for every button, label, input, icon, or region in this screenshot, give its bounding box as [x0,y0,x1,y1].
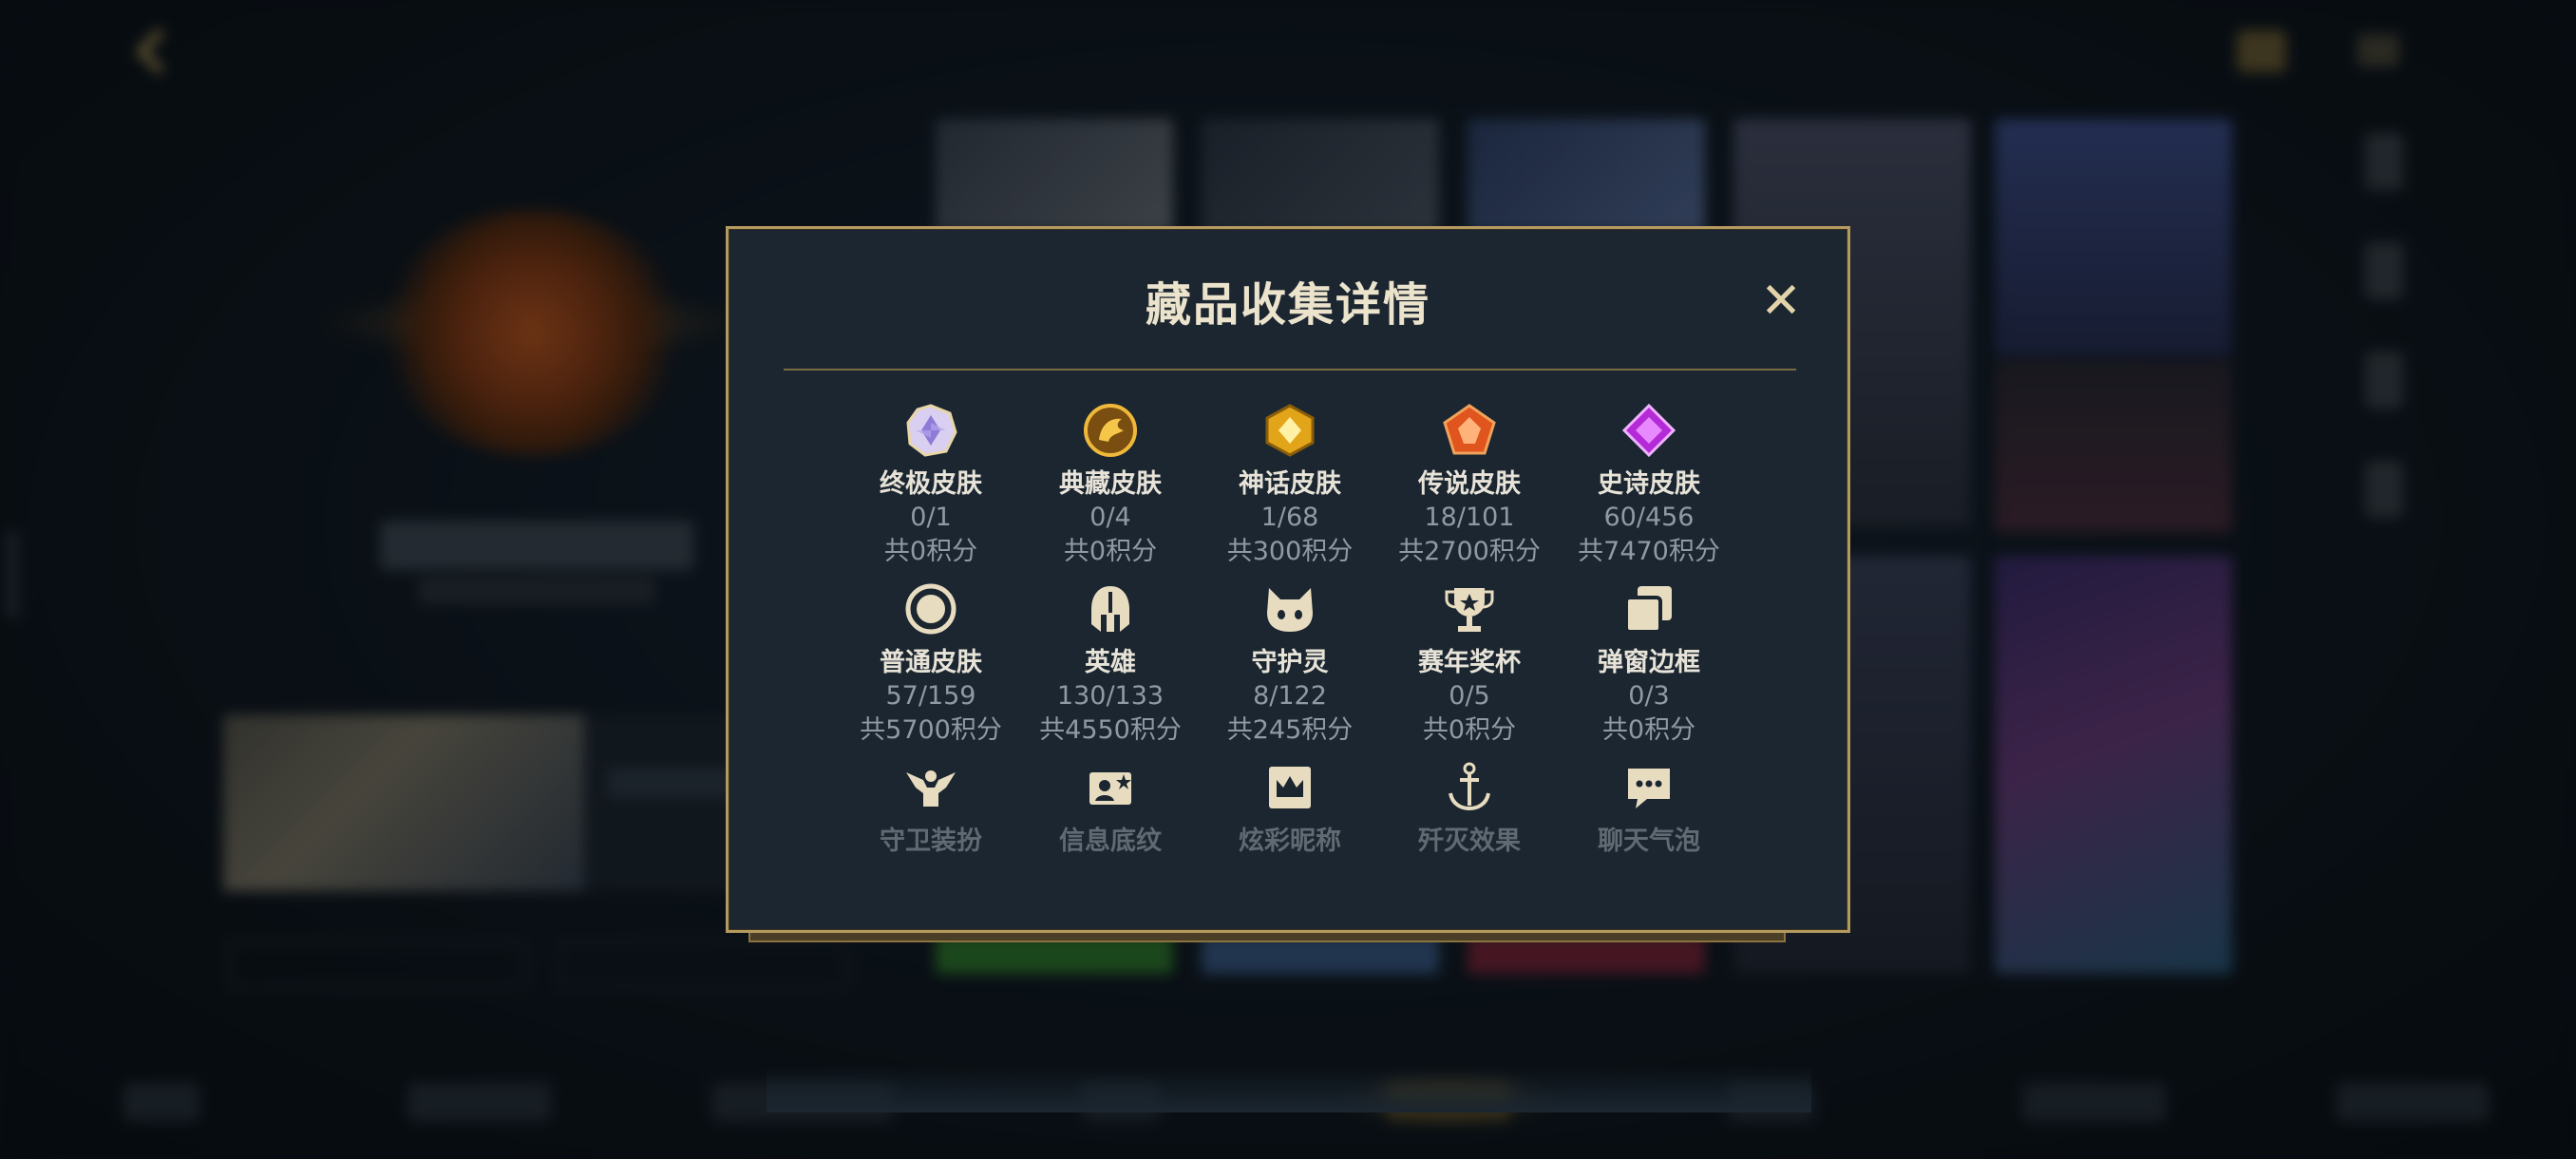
item-label: 聊天气泡 [1598,826,1700,856]
collection-details-modal: 藏品收集详情 ✕ 终极皮肤 0/1 共0积分 典藏皮肤 0/4 共0积分 神话皮… [726,226,1850,1112]
collection-item[interactable]: 传说皮肤 18/101 共2700积分 [1379,402,1560,569]
item-points: 共0积分 [1601,715,1696,745]
collection-item[interactable]: 歼灭效果 [1379,759,1560,858]
item-points: 共300积分 [1226,537,1354,566]
champion-helmet-icon [1082,580,1139,637]
crown-nickname-icon [1261,759,1318,816]
item-label: 炫彩昵称 [1239,826,1341,856]
item-count: 0/1 [910,503,952,532]
collection-item[interactable]: 弹窗边框 0/3 共0积分 [1559,580,1739,748]
item-label: 普通皮肤 [880,648,982,677]
collection-item[interactable]: 英雄 130/133 共4550积分 [1020,580,1201,748]
item-label: 终极皮肤 [880,469,982,499]
item-points: 共245积分 [1226,715,1354,745]
collection-item[interactable]: 守护灵 8/122 共245积分 [1200,580,1380,748]
item-points: 共0积分 [883,537,978,566]
item-label: 歼灭效果 [1418,826,1521,856]
item-count: 8/122 [1253,681,1327,711]
collection-item[interactable]: 聊天气泡 [1559,759,1739,858]
collection-grid: 终极皮肤 0/1 共0积分 典藏皮肤 0/4 共0积分 神话皮肤 1/68 共3… [729,229,1847,930]
item-label: 典藏皮肤 [1059,469,1162,499]
popup-frame-icon [1620,580,1677,637]
collection-item[interactable]: 神话皮肤 1/68 共300积分 [1200,402,1380,569]
item-label: 史诗皮肤 [1598,469,1700,499]
collection-item[interactable]: 炫彩昵称 [1200,759,1380,858]
info-card-icon [1082,759,1139,816]
item-count: 1/68 [1260,503,1319,532]
game-screen: 藏品收集详情 ✕ 终极皮肤 0/1 共0积分 典藏皮肤 0/4 共0积分 神话皮… [0,0,2576,1159]
epic-skin-icon [1620,402,1677,459]
item-points: 共0积分 [1422,715,1517,745]
collection-item[interactable]: 史诗皮肤 60/456 共7470积分 [1559,402,1739,569]
elimination-effect-icon [1441,759,1498,816]
item-label: 传说皮肤 [1418,469,1521,499]
standard-skin-icon [902,580,959,637]
item-points: 共4550积分 [1039,715,1182,745]
item-label: 守护灵 [1251,648,1329,677]
collection-item[interactable]: 典藏皮肤 0/4 共0积分 [1020,402,1201,569]
collection-item[interactable]: 普通皮肤 57/159 共5700积分 [841,580,1021,748]
item-count: 0/3 [1628,681,1670,711]
collection-item[interactable]: 终极皮肤 0/1 共0积分 [841,402,1021,569]
collection-item[interactable]: 信息底纹 [1020,759,1201,858]
scroll-fade [767,1065,1811,1112]
item-points: 共2700积分 [1398,537,1541,566]
item-count: 18/101 [1424,503,1515,532]
item-label: 神话皮肤 [1239,469,1341,499]
item-count: 57/159 [885,681,976,711]
guardian-outfit-icon [902,759,959,816]
collection-item[interactable]: 守卫装扮 [841,759,1021,858]
item-label: 弹窗边框 [1598,648,1700,677]
item-count: 130/133 [1056,681,1165,711]
item-points: 共7470积分 [1578,537,1720,566]
item-points: 共0积分 [1063,537,1158,566]
ultimate-skin-icon [902,402,959,459]
collection-item[interactable]: 赛年奖杯 0/5 共0积分 [1379,580,1560,748]
item-label: 赛年奖杯 [1418,648,1521,677]
item-count: 0/5 [1449,681,1490,711]
legendary-skin-icon [1441,402,1498,459]
item-points: 共5700积分 [860,715,1002,745]
mythic-skin-icon [1261,402,1318,459]
item-label: 英雄 [1085,648,1136,677]
item-label: 守卫装扮 [880,826,982,856]
item-count: 0/4 [1089,503,1131,532]
prestige-skin-icon [1082,402,1139,459]
chat-bubble-icon [1620,759,1677,816]
item-label: 信息底纹 [1059,826,1162,856]
item-count: 60/456 [1603,503,1695,532]
trophy-icon [1441,580,1498,637]
guardian-pet-icon [1261,580,1318,637]
